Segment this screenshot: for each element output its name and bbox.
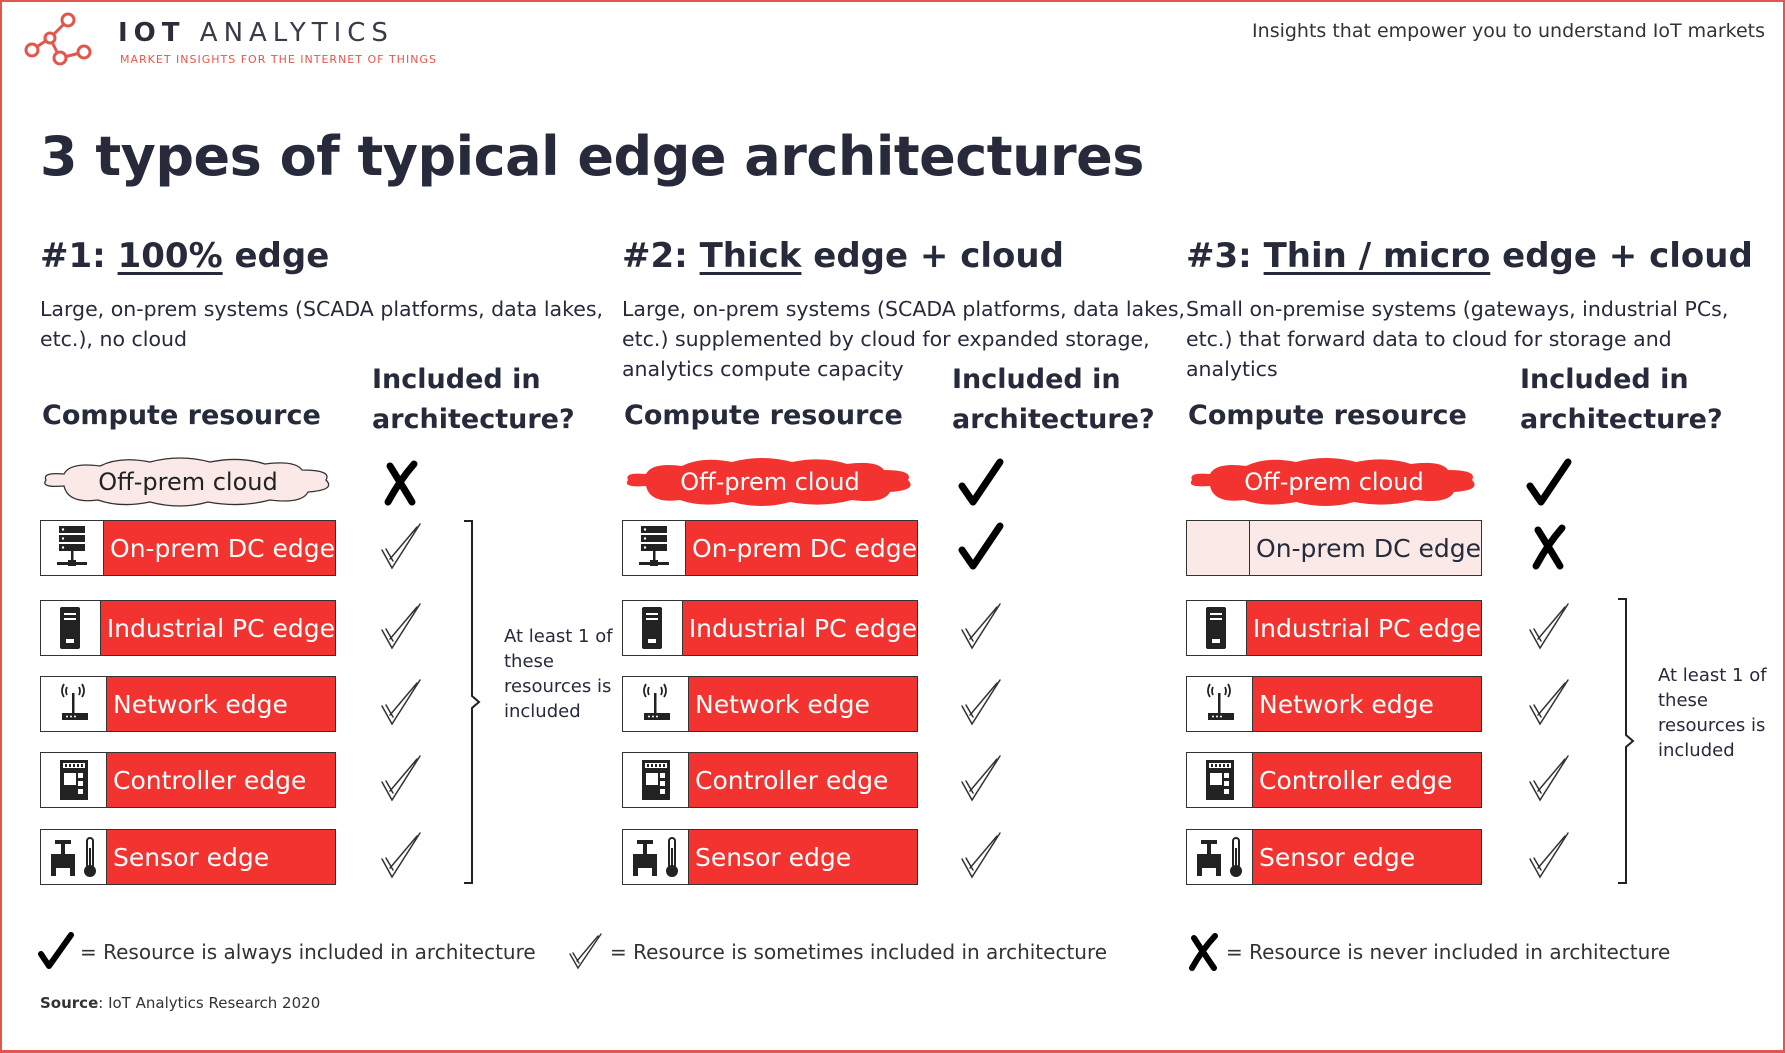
iot-analytics-logo-icon [24, 12, 92, 66]
controller-chip-icon [623, 753, 689, 807]
tagline: Insights that empower you to understand … [1252, 20, 1765, 42]
cloud-label: Off-prem cloud [680, 468, 860, 496]
outline-check-icon [958, 678, 1004, 728]
bracket-icon [464, 520, 481, 884]
compute-resource-label: Compute resource [624, 400, 903, 431]
outline-check-icon [1526, 678, 1572, 728]
included-label: Included in architecture? [952, 364, 1155, 435]
page-title: 3 types of typical edge architectures [40, 125, 1144, 188]
outline-check-icon [1526, 602, 1572, 652]
resource-ipc: Industrial PC edge [1186, 600, 1482, 656]
bold-check-icon [958, 458, 1004, 508]
compute-resource-label: Compute resource [1188, 400, 1467, 431]
resource-ipc: Industrial PC edge [40, 600, 336, 656]
outline-check-icon [378, 522, 424, 572]
column-description-1: Large, on-prem systems (SCADA platforms,… [40, 297, 604, 351]
wireless-router-icon [1187, 677, 1253, 731]
off-prem-cloud-item: Off-prem cloud [1186, 456, 1482, 508]
outline-check-icon [378, 831, 424, 881]
resource-dc: On-prem DC edge [622, 520, 918, 576]
column-heading-2: #2: Thick edge + cloud [622, 236, 1064, 276]
included-label: Included in architecture? [372, 364, 575, 435]
resource-label: Industrial PC edge [100, 601, 335, 655]
industrial-pc-icon [623, 601, 683, 655]
legend-sometimes-text: = Resource is sometimes included in arch… [610, 940, 1108, 964]
column-heading-1: #1: 100% edge [40, 236, 330, 276]
resource-sensor: Sensor edge [40, 829, 336, 885]
resource-label: On-prem DC edge [1250, 521, 1481, 575]
brand-name: IOT ANALYTICS [118, 18, 394, 48]
legend-sometimes: = Resource is sometimes included in arch… [568, 932, 1107, 972]
cross-icon [378, 458, 424, 508]
server-rack-icon [623, 521, 687, 575]
resource-sensor: Sensor edge [1186, 829, 1482, 885]
source-note: Source: IoT Analytics Research 2020 [40, 994, 321, 1012]
at-least-one-note: At least 1 of these resources is include… [504, 626, 613, 722]
resource-network: Network edge [1186, 676, 1482, 732]
brand-subtitle: MARKET INSIGHTS FOR THE INTERNET OF THIN… [120, 53, 437, 66]
cloud-label: Off-prem cloud [1244, 468, 1424, 496]
outline-check-icon [1526, 754, 1572, 804]
resource-label: Network edge [107, 677, 335, 731]
resource-controller: Controller edge [1186, 752, 1482, 808]
valve-thermometer-icon [623, 830, 689, 884]
resource-label: Sensor edge [1253, 830, 1481, 884]
resource-label: On-prem DC edge [104, 521, 335, 575]
included-label: Included in architecture? [1520, 364, 1723, 435]
industrial-pc-icon [1187, 601, 1247, 655]
resource-label: Controller edge [1253, 753, 1481, 807]
outline-check-icon [569, 933, 602, 970]
resource-controller: Controller edge [40, 752, 336, 808]
valve-thermometer-icon [1187, 830, 1253, 884]
cross-icon [1189, 933, 1218, 971]
outline-check-icon [378, 754, 424, 804]
wireless-router-icon [41, 677, 107, 731]
outline-check-icon [378, 678, 424, 728]
column-heading-3: #3: Thin / micro edge + cloud [1186, 236, 1753, 276]
resource-dc: On-prem DC edge [40, 520, 336, 576]
off-prem-cloud-item: Off-prem cloud [622, 456, 918, 508]
server-rack-icon [41, 521, 105, 575]
resource-controller: Controller edge [622, 752, 918, 808]
resource-label: Network edge [1253, 677, 1481, 731]
resource-label: Industrial PC edge [1246, 601, 1481, 655]
resource-sensor: Sensor edge [622, 829, 918, 885]
off-prem-cloud-item: Off-prem cloud [40, 456, 336, 508]
industrial-pc-icon [41, 601, 101, 655]
resource-dc: On-prem DC edge [1186, 520, 1482, 576]
bold-check-icon [38, 932, 74, 969]
resource-ipc: Industrial PC edge [622, 600, 918, 656]
resource-label: On-prem DC edge [686, 521, 917, 575]
cloud-label: Off-prem cloud [98, 468, 278, 496]
legend-always: = Resource is always included in archite… [38, 932, 536, 972]
outline-check-icon [958, 602, 1004, 652]
controller-chip-icon [41, 753, 107, 807]
wireless-router-icon [623, 677, 689, 731]
controller-chip-icon [1187, 753, 1253, 807]
outline-check-icon [958, 754, 1004, 804]
valve-thermometer-icon [41, 830, 107, 884]
resource-label: Network edge [689, 677, 917, 731]
legend-never-text: = Resource is never included in architec… [1226, 940, 1671, 964]
compute-resource-label: Compute resource [42, 400, 321, 431]
resource-label: Sensor edge [107, 830, 335, 884]
resource-label: Controller edge [689, 753, 917, 807]
legend-always-text: = Resource is always included in archite… [80, 940, 536, 964]
resource-network: Network edge [622, 676, 918, 732]
bold-check-icon [958, 522, 1004, 572]
resource-label: Sensor edge [689, 830, 917, 884]
server-rack-icon [1187, 521, 1251, 575]
bold-check-icon [1526, 458, 1572, 508]
legend-never: = Resource is never included in architec… [1188, 932, 1670, 972]
outline-check-icon [1526, 831, 1572, 881]
resource-label: Industrial PC edge [682, 601, 917, 655]
outline-check-icon [378, 602, 424, 652]
bracket-icon [1618, 598, 1635, 884]
resource-network: Network edge [40, 676, 336, 732]
at-least-one-note: At least 1 of these resources is include… [1658, 665, 1767, 761]
outline-check-icon [958, 831, 1004, 881]
resource-label: Controller edge [107, 753, 335, 807]
cross-icon [1526, 522, 1572, 572]
